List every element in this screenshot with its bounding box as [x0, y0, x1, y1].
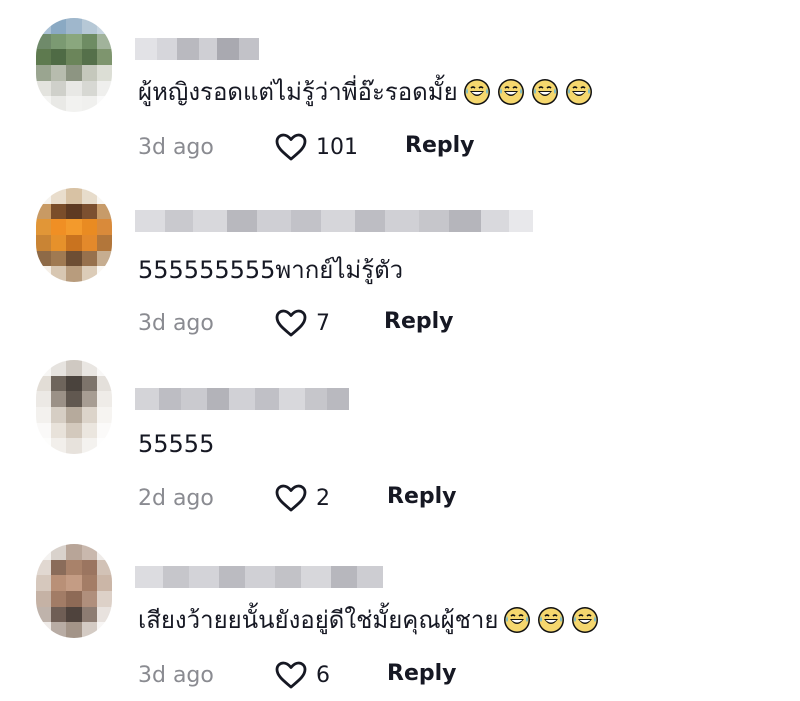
grinning-sweat-emoji-icon	[530, 77, 560, 107]
reply-button[interactable]: Reply	[405, 133, 475, 158]
blurred-username[interactable]	[135, 388, 349, 410]
grinning-sweat-emoji-icon	[496, 77, 526, 107]
comment-meta: 2d ago 2	[138, 483, 330, 513]
like-button[interactable]: 2	[274, 483, 330, 513]
comment-time: 3d ago	[138, 662, 214, 688]
comment-text-content: เสียงว้ายยนั้นยังอยู่ดีใช่มั้ยคุณผู้ชาย	[138, 606, 499, 634]
comment-time: 3d ago	[138, 134, 214, 160]
heart-outline-icon	[275, 309, 307, 337]
comment-meta: 3d ago 101	[138, 132, 358, 162]
comment-text-content: 555555555พากย์ไม่รู้ตัว	[138, 256, 404, 284]
reply-button[interactable]: Reply	[387, 661, 457, 686]
blurred-username[interactable]	[135, 210, 533, 232]
comment-item: 55555 2d ago 2 Reply	[0, 352, 800, 527]
like-button[interactable]: 101	[274, 132, 358, 162]
comment-item: เสียงว้ายยนั้นยังอยู่ดีใช่มั้ยคุณผู้ชาย …	[0, 526, 800, 701]
like-count: 2	[316, 485, 330, 511]
comment-text: เสียงว้ายยนั้นยังอยู่ดีใช่มั้ยคุณผู้ชาย	[138, 604, 600, 636]
comment-text-content: ผู้หญิงรอดแต่ไม่รู้ว่าพี่อ๊ะรอดมั้ย	[138, 78, 458, 106]
grinning-sweat-emoji-icon	[462, 77, 492, 107]
blurred-username[interactable]	[135, 38, 259, 60]
comment-meta: 3d ago 7	[138, 308, 330, 338]
like-button[interactable]: 6	[274, 660, 330, 690]
comment-item: ผู้หญิงรอดแต่ไม่รู้ว่าพี่อ๊ะรอดมั้ย 3d a…	[0, 0, 800, 175]
heart-outline-icon	[275, 661, 307, 689]
comment-text: 555555555พากย์ไม่รู้ตัว	[138, 254, 403, 286]
comment-text-content: 55555	[138, 430, 215, 458]
avatar[interactable]	[36, 360, 112, 454]
reply-button[interactable]: Reply	[384, 309, 454, 334]
like-count: 101	[316, 134, 358, 160]
blurred-username[interactable]	[135, 566, 383, 588]
heart-outline-icon	[275, 484, 307, 512]
grinning-sweat-emoji-icon	[570, 605, 600, 635]
grinning-sweat-emoji-icon	[502, 605, 532, 635]
comment-meta: 3d ago 6	[138, 660, 330, 690]
heart-outline-icon	[275, 133, 307, 161]
grinning-sweat-emoji-icon	[536, 605, 566, 635]
avatar[interactable]	[36, 188, 112, 282]
comment-text: 55555	[138, 428, 214, 460]
comment-time: 2d ago	[138, 485, 214, 511]
reply-button[interactable]: Reply	[387, 484, 457, 509]
like-button[interactable]: 7	[274, 308, 330, 338]
like-count: 7	[316, 310, 330, 336]
avatar[interactable]	[36, 544, 112, 638]
comment-time: 3d ago	[138, 310, 214, 336]
comment-text: ผู้หญิงรอดแต่ไม่รู้ว่าพี่อ๊ะรอดมั้ย	[138, 76, 594, 108]
grinning-sweat-emoji-icon	[564, 77, 594, 107]
comment-item: 555555555พากย์ไม่รู้ตัว 3d ago 7 Reply	[0, 176, 800, 351]
like-count: 6	[316, 662, 330, 688]
avatar[interactable]	[36, 18, 112, 112]
